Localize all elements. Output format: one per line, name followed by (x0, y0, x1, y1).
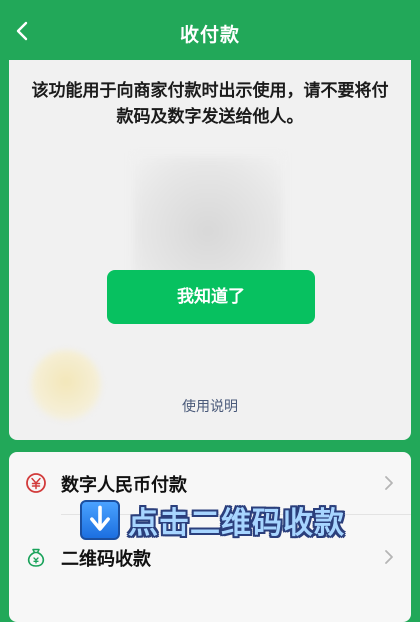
qr-receive-label: 二维码收款 (61, 549, 151, 570)
got-it-button[interactable]: 我知道了 (107, 270, 315, 324)
qr-receive-icon (27, 548, 45, 567)
down-arrow-icon (80, 500, 120, 540)
header-bar: 收付款 (0, 0, 420, 60)
digital-rmb-payment-label: 数字人民币付款 (61, 475, 187, 496)
usage-instructions-link[interactable]: 使用说明 (9, 396, 411, 416)
page-title: 收付款 (179, 24, 240, 46)
digital-rmb-icon (26, 473, 46, 493)
instruction-overlay-text: 点击二维码收款 (128, 506, 345, 541)
security-notice: 该功能用于向商家付款时出示使用，请不要将付款码及数字发送给他人。 (31, 81, 389, 127)
payment-code-card: 该功能用于向商家付款时出示使用，请不要将付款码及数字发送给他人。 我知道了 使用… (9, 60, 411, 440)
chevron-right-icon (385, 476, 393, 490)
chevron-right-icon (385, 550, 393, 564)
